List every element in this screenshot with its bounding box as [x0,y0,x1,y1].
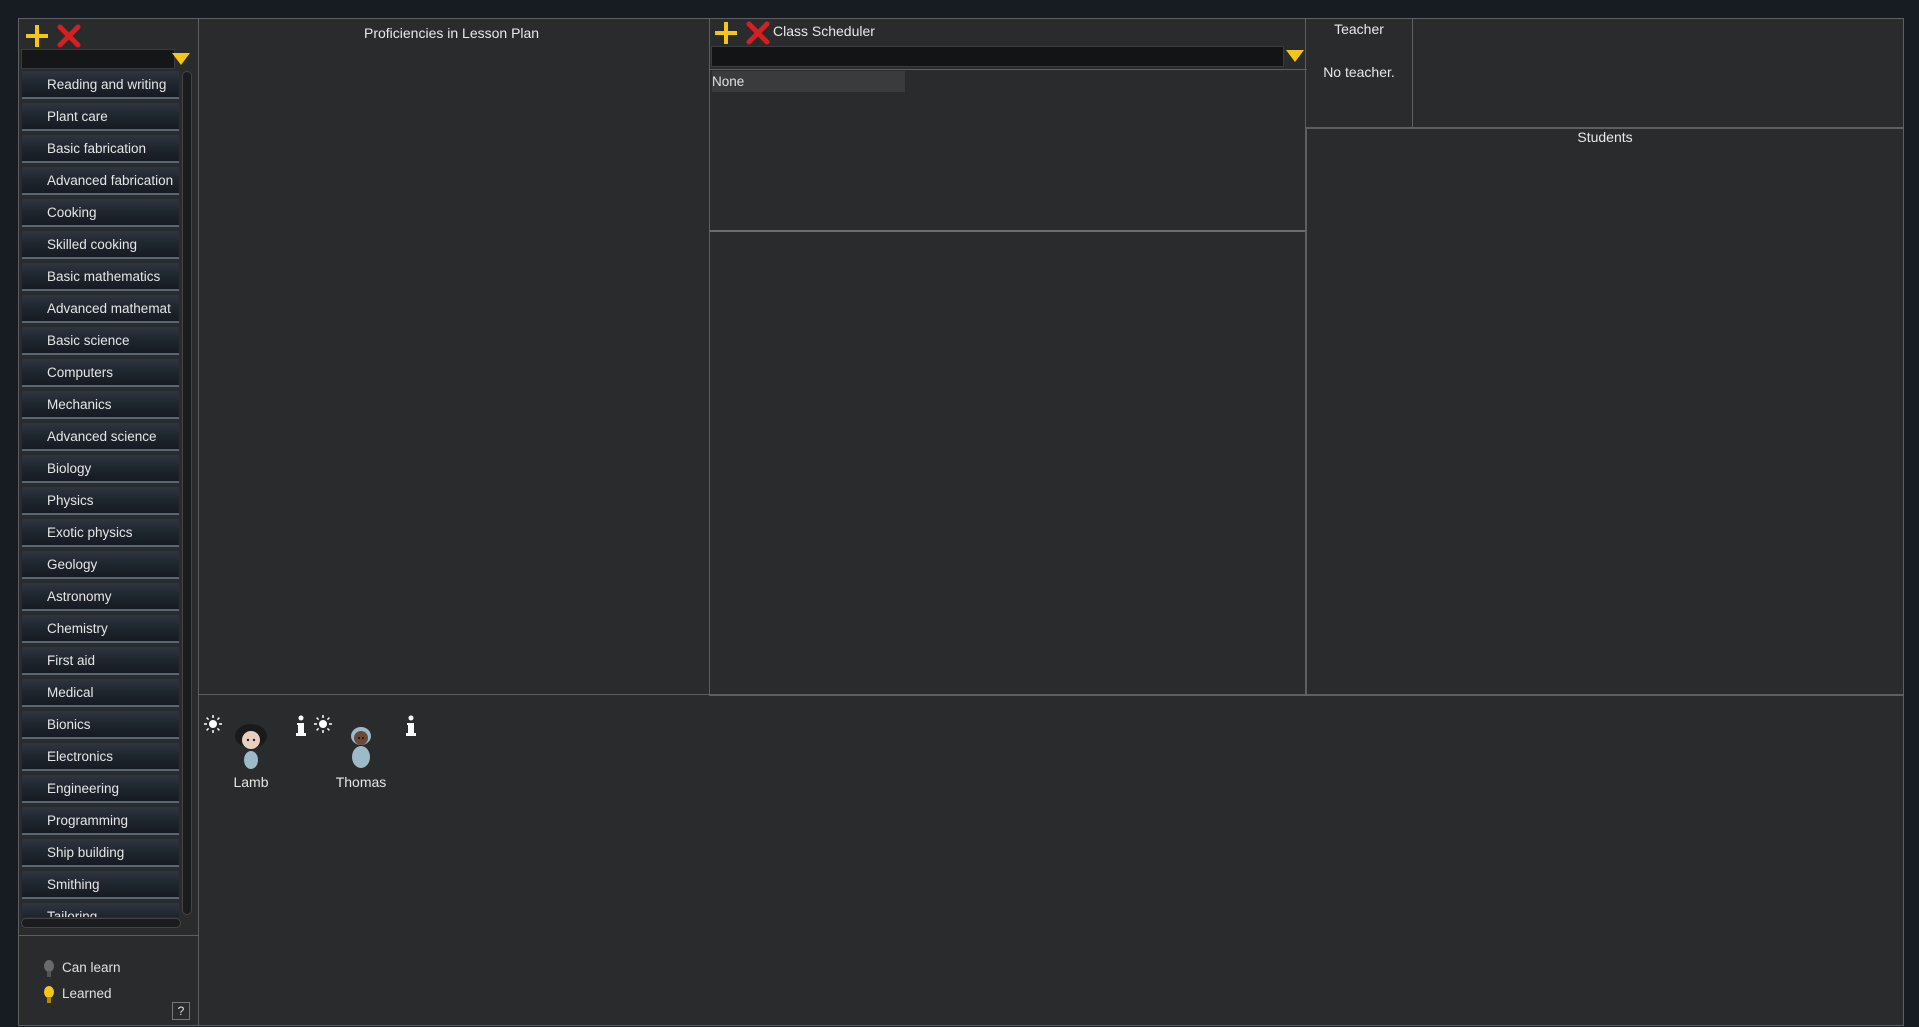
proficiency-search-input[interactable] [21,49,175,69]
app-window: Reading and writing Plant care Basic fabri… [18,18,1904,1026]
pawn-name-lamb[interactable]: Lamb [211,774,291,790]
remove-proficiency-icon[interactable] [57,24,81,48]
proficiency-button[interactable]: Basic science [22,327,179,355]
proficiency-button[interactable]: Bionics [22,711,179,739]
proficiency-button[interactable]: Basic mathematics [22,263,179,291]
proficiency-label: Physics [47,493,94,508]
proficiency-button[interactable]: Mechanics [22,391,179,419]
proficiency-button[interactable]: Engineering [22,775,179,803]
proficiency-label: Tailoring [47,909,98,917]
students-panel[interactable]: Students [1306,127,1904,696]
baby-portrait-icon[interactable] [342,722,380,770]
proficiency-button[interactable]: Ship building [22,839,179,867]
chevron-down-icon[interactable] [1285,49,1305,63]
proficiency-label: Bionics [47,717,91,732]
add-proficiency-icon[interactable] [25,24,49,48]
proficiency-button[interactable]: First aid [22,647,179,675]
help-label: ? [177,1004,185,1018]
proficiency-label: Reading and writing [47,77,167,92]
class-scheduler-title: Class Scheduler [773,23,875,39]
proficiency-button[interactable]: Chemistry [22,615,179,643]
baby-portrait-icon[interactable] [232,722,270,770]
lightbulb-icon[interactable] [204,715,222,733]
proficiency-button[interactable]: Electronics [22,743,179,771]
proficiency-button[interactable]: Physics [22,487,179,515]
help-button[interactable]: ? [172,1002,190,1020]
proficiency-label: Advanced fabrication [47,173,174,188]
proficiency-button[interactable]: Tailoring [22,903,179,917]
proficiency-list[interactable]: Reading and writing Plant care Basic fabri… [19,71,195,917]
proficiency-label: Mechanics [47,397,112,412]
lightbulb-icon[interactable] [314,715,332,733]
proficiency-label: Geology [47,557,98,572]
proficiency-button[interactable]: Reading and writing [22,71,179,99]
proficiency-button[interactable]: Exotic physics [22,519,179,547]
proficiency-button[interactable]: Medical [22,679,179,707]
proficiency-button[interactable]: Advanced fabrication [22,167,179,195]
list-item-none[interactable]: None [712,71,905,92]
proficiency-button[interactable]: Geology [22,551,179,579]
proficiency-label: Ship building [47,845,125,860]
schedule-timeline-panel[interactable] [709,230,1306,696]
proficiency-label: Skilled cooking [47,237,138,252]
proficiency-button[interactable]: Advanced science [22,423,179,451]
remove-class-icon[interactable] [746,21,770,45]
proficiency-label: Basic science [47,333,130,348]
pawn-name-thomas[interactable]: Thomas [321,774,401,790]
scheduler-divider [710,69,1307,70]
proficiency-label: Basic mathematics [47,269,161,284]
proficiency-label: Plant care [47,109,108,124]
teacher-panel: Teacher No teacher. [1305,18,1413,129]
proficiency-button[interactable]: Skilled cooking [22,231,179,259]
proficiency-label: Engineering [47,781,120,796]
proficiency-label: Biology [47,461,92,476]
add-class-icon[interactable] [714,21,738,45]
bulb-on-icon [44,986,54,1003]
legend-panel: Can learn Learned ? [18,935,199,1026]
proficiency-label: Electronics [47,749,114,764]
bulb-off-icon [44,960,54,977]
proficiency-label: Basic fabrication [47,141,147,156]
vertical-scrollbar[interactable] [182,71,192,915]
proficiency-button[interactable]: Astronomy [22,583,179,611]
can-learn-label: Can learn [62,960,121,975]
proficiency-label: Exotic physics [47,525,133,540]
students-title: Students [1577,129,1633,145]
proficiency-label: Smithing [47,877,100,892]
learned-label: Learned [62,986,112,1001]
proficiency-label: Advanced science [47,429,157,444]
proficiency-button[interactable]: Biology [22,455,179,483]
info-icon[interactable] [404,715,418,737]
proficiency-label: Chemistry [47,621,108,636]
teacher-slot[interactable] [1412,18,1904,129]
proficiency-button[interactable]: Cooking [22,199,179,227]
teacher-title: Teacher [1334,21,1384,37]
proficiency-label: Programming [47,813,129,828]
proficiency-button[interactable]: Advanced mathemat [22,295,179,323]
proficiency-label: Computers [47,365,114,380]
proficiency-label: Cooking [47,205,97,220]
proficiency-label: First aid [47,653,96,668]
chevron-down-icon[interactable] [171,52,191,66]
proficiency-label: Medical [47,685,94,700]
list-item-label: None [712,74,745,89]
no-teacher-text: No teacher. [1323,64,1395,80]
proficiency-button[interactable]: Plant care [22,103,179,131]
info-icon[interactable] [294,715,308,737]
horizontal-scrollbar[interactable] [21,918,181,928]
proficiency-button[interactable]: Smithing [22,871,179,899]
lesson-plan-panel: Proficiencies in Lesson Plan [198,18,710,695]
class-select[interactable] [711,46,1284,67]
class-scheduler-panel: Class Scheduler None [709,18,1307,232]
proficiency-label: Astronomy [47,589,112,604]
proficiency-button[interactable]: Basic fabrication [22,135,179,163]
pawn-area: Lamb Thomas [198,694,1904,1026]
proficiency-button[interactable]: Programming [22,807,179,835]
lesson-plan-title: Proficiencies in Lesson Plan [364,25,540,41]
proficiency-label: Advanced mathemat [47,301,171,316]
proficiency-panel: Reading and writing Plant care Basic fabri… [18,18,199,936]
proficiency-button[interactable]: Computers [22,359,179,387]
